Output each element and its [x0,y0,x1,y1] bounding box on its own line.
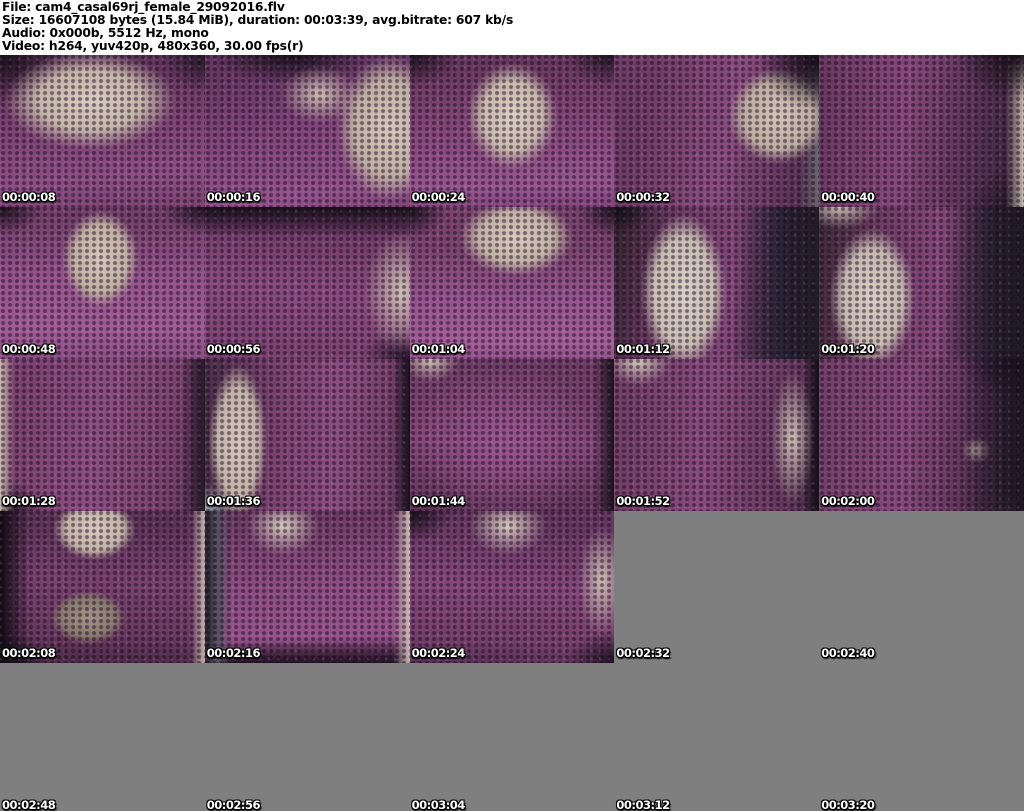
timestamp-label: 00:01:36 [206,494,261,508]
thumbnail-cell: 00:01:44 [409,359,615,511]
thumbnail-grid: 00:00:08 00:00:16 00:00:24 00:00:32 00:0… [0,55,1024,811]
timestamp-label: 00:02:24 [411,646,466,660]
video-frame [614,55,820,207]
timestamp-label: 00:01:44 [411,494,466,508]
thumbnail-cell: 00:00:40 [819,55,1024,207]
video-frame [614,359,820,511]
video-frame [0,663,205,811]
video-frame [0,207,205,359]
video-frame [409,207,615,359]
thumbnail-cell: 00:02:08 [0,511,205,663]
video-frame [614,207,820,359]
file-size-line: Size: 16607108 bytes (15.84 MiB), durati… [2,12,514,27]
video-frame [0,359,205,511]
thumbnail-cell: 00:01:04 [409,207,615,359]
timestamp-label: 00:00:16 [206,190,261,204]
video-frame [819,55,1024,207]
timestamp-label: 00:02:08 [2,646,56,660]
file-name-line: File: cam4_casal69rj_female_29092016.flv [2,0,285,14]
timestamp-label: 00:03:04 [411,798,466,811]
timestamp-label: 00:00:40 [821,190,875,204]
video-frame [204,207,410,359]
thumbnail-cell: 00:00:08 [0,55,205,207]
video-frame [0,511,205,663]
thumbnail-cell: 00:02:16 [204,511,410,663]
thumbnail-cell: 00:01:52 [614,359,820,511]
timestamp-label: 00:02:40 [821,646,875,660]
timestamp-label: 00:00:32 [616,190,670,204]
video-frame [204,663,410,811]
timestamp-label: 00:02:32 [616,646,670,660]
video-frame [204,359,410,511]
timestamp-label: 00:02:56 [206,798,261,811]
thumbnail-cell: 00:01:36 [204,359,410,511]
thumbnail-cell-missing: 00:02:56 [204,663,410,811]
thumbnail-cell: 00:02:00 [819,359,1024,511]
video-frame [819,207,1024,359]
thumbnail-cell: 00:01:20 [819,207,1024,359]
timestamp-label: 00:02:00 [821,494,875,508]
timestamp-label: 00:02:16 [206,646,261,660]
timestamp-label: 00:00:56 [206,342,261,356]
timestamp-label: 00:01:04 [411,342,466,356]
thumbnail-cell-missing: 00:03:04 [409,663,615,811]
thumbnail-cell: 00:00:32 [614,55,820,207]
timestamp-label: 00:01:52 [616,494,670,508]
timestamp-label: 00:00:24 [411,190,466,204]
video-frame [819,359,1024,511]
video-frame [614,663,820,811]
thumbnail-cell: 00:00:48 [0,207,205,359]
video-contact-sheet: File: cam4_casal69rj_female_29092016.flv… [0,0,1024,811]
video-frame [204,55,410,207]
timestamp-label: 00:01:12 [616,342,670,356]
timestamp-label: 00:01:20 [821,342,875,356]
thumbnail-cell: 00:01:12 [614,207,820,359]
thumbnail-cell-missing: 00:03:12 [614,663,820,811]
thumbnail-cell: 00:00:24 [409,55,615,207]
video-frame [409,663,615,811]
video-frame [819,511,1024,663]
thumbnail-cell-missing: 00:03:20 [819,663,1024,811]
video-info-line: Video: h264, yuv420p, 480x360, 30.00 fps… [2,38,304,53]
timestamp-label: 00:03:20 [821,798,875,811]
video-frame [0,55,205,207]
audio-info-line: Audio: 0x000b, 5512 Hz, mono [2,25,209,40]
video-frame [409,55,615,207]
timestamp-label: 00:00:48 [2,342,56,356]
video-frame [614,511,820,663]
video-frame [409,511,615,663]
thumbnail-cell: 00:01:28 [0,359,205,511]
thumbnail-cell-missing: 00:02:40 [819,511,1024,663]
thumbnail-cell-missing: 00:02:48 [0,663,205,811]
timestamp-label: 00:00:08 [2,190,56,204]
timestamp-label: 00:01:28 [2,494,56,508]
video-frame [409,359,615,511]
video-frame [204,511,410,663]
timestamp-label: 00:02:48 [2,798,56,811]
timestamp-label: 00:03:12 [616,798,670,811]
file-info-header: File: cam4_casal69rj_female_29092016.flv… [0,0,1024,55]
video-frame [819,663,1024,811]
thumbnail-cell: 00:00:16 [204,55,410,207]
thumbnail-cell: 00:00:56 [204,207,410,359]
thumbnail-cell-missing: 00:02:32 [614,511,820,663]
thumbnail-cell: 00:02:24 [409,511,615,663]
